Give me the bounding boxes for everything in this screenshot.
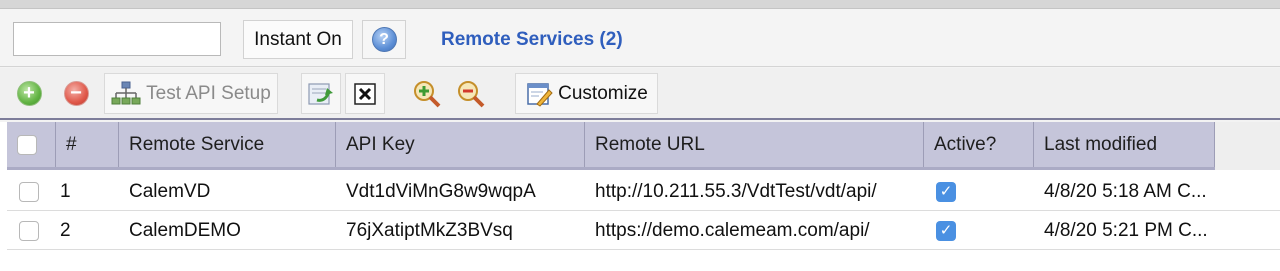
customize-button[interactable]: Customize — [515, 73, 658, 114]
remove-button[interactable]: − — [61, 73, 91, 114]
column-header[interactable]: Last modified — [1034, 122, 1215, 167]
last-modified-cell: 4/8/20 5:21 PM C... — [1044, 219, 1208, 241]
table-header: # Remote Service API Key Remote URL Acti… — [7, 122, 1215, 170]
select-all-header — [7, 122, 56, 167]
row-checkbox[interactable] — [19, 220, 39, 241]
table-row[interactable]: 1 CalemVD Vdt1dViMnG8w9wqpA http://10.21… — [7, 173, 1280, 211]
add-button[interactable]: + — [14, 73, 44, 114]
remote-url-cell: https://demo.calemeam.com/api/ — [595, 219, 870, 241]
column-header[interactable]: API Key — [336, 122, 585, 167]
row-select-cell — [7, 212, 46, 249]
remove-icon: − — [63, 81, 89, 106]
refresh-button[interactable] — [301, 73, 341, 114]
column-header[interactable]: Remote URL — [585, 122, 924, 167]
close-button[interactable] — [345, 73, 385, 114]
remote-service-cell: CalemVD — [129, 180, 211, 202]
customize-label: Customize — [558, 82, 648, 104]
add-icon: + — [16, 81, 42, 106]
active-cell: ✓ — [924, 173, 1034, 210]
customize-icon — [527, 82, 553, 107]
active-checkbox[interactable]: ✓ — [936, 181, 956, 202]
data-grid: # Remote Service API Key Remote URL Acti… — [0, 122, 1280, 271]
help-button[interactable]: ? — [362, 20, 406, 59]
active-cell: ✓ — [924, 212, 1034, 249]
column-header[interactable]: Active? — [924, 122, 1034, 167]
instant-on-button[interactable]: Instant On — [243, 20, 353, 59]
action-toolbar: + − Test API Setup Customize — [0, 68, 1280, 120]
instant-on-label: Instant On — [254, 28, 342, 50]
row-number: 2 — [60, 219, 71, 241]
top-strip — [0, 0, 1280, 9]
remote-service-cell: CalemDEMO — [129, 219, 241, 241]
row-number: 1 — [60, 180, 71, 202]
zoom-in-icon — [414, 80, 441, 107]
test-api-setup-button[interactable]: Test API Setup — [104, 73, 278, 114]
close-icon — [354, 82, 376, 105]
column-header[interactable]: # — [56, 122, 119, 167]
search-input[interactable] — [13, 22, 221, 56]
table-row[interactable]: 2 CalemDEMO 76jXatiptMkZ3BVsq https://de… — [7, 212, 1280, 250]
network-icon — [111, 81, 141, 104]
select-all-checkbox[interactable] — [17, 134, 37, 155]
api-key-cell: 76jXatiptMkZ3BVsq — [346, 219, 513, 241]
row-checkbox[interactable] — [19, 181, 39, 202]
page-title: Remote Services (2) — [441, 29, 623, 50]
row-select-cell — [7, 173, 46, 210]
remote-url-cell: http://10.211.55.3/VdtTest/vdt/api/ — [595, 180, 877, 202]
refresh-icon — [308, 82, 333, 105]
last-modified-cell: 4/8/20 5:18 AM C... — [1044, 180, 1207, 202]
zoom-out-button[interactable] — [452, 73, 490, 114]
zoom-in-button[interactable] — [408, 73, 446, 114]
test-api-setup-label: Test API Setup — [146, 82, 271, 104]
help-icon: ? — [371, 27, 397, 52]
top-toolbar: Instant On ? Remote Services (2) — [0, 9, 1280, 67]
header-filler — [1215, 122, 1280, 170]
column-header[interactable]: Remote Service — [119, 122, 336, 167]
active-checkbox[interactable]: ✓ — [936, 220, 956, 241]
api-key-cell: Vdt1dViMnG8w9wqpA — [346, 180, 536, 202]
zoom-out-icon — [458, 80, 485, 107]
